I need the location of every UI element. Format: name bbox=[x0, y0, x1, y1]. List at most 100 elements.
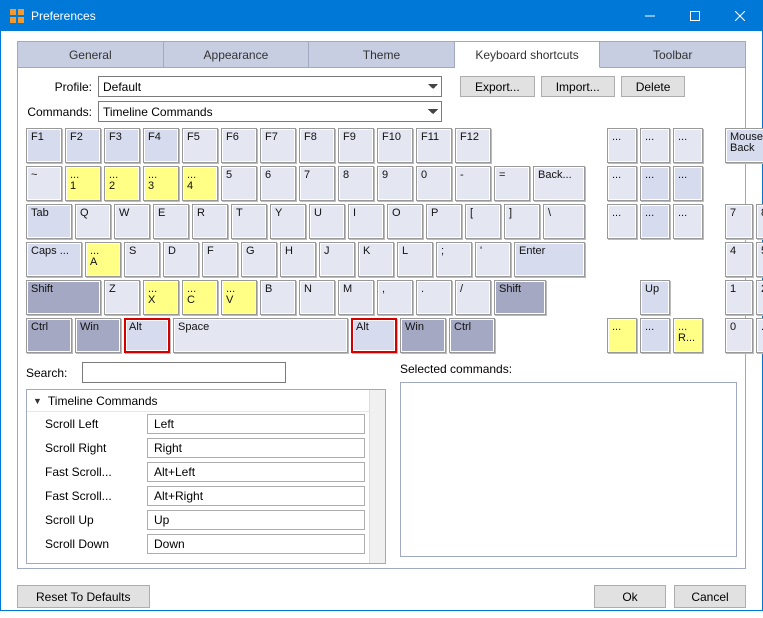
command-shortcut[interactable]: Left bbox=[147, 414, 365, 434]
key-[interactable]: - bbox=[455, 166, 491, 201]
key-[interactable]: ... bbox=[607, 318, 637, 353]
tab-appearance[interactable]: Appearance bbox=[164, 41, 310, 68]
command-shortcut[interactable]: Alt+Right bbox=[147, 486, 365, 506]
key-6[interactable]: 6 bbox=[260, 166, 296, 201]
key-f4[interactable]: F4 bbox=[143, 128, 179, 163]
key-x[interactable]: ... X bbox=[143, 280, 179, 315]
key-8[interactable]: 8 bbox=[338, 166, 374, 201]
commands-select[interactable]: Timeline Commands bbox=[98, 101, 442, 122]
command-row[interactable]: Scroll RightRight bbox=[27, 436, 385, 460]
command-shortcut[interactable]: Alt+Left bbox=[147, 462, 365, 482]
cancel-button[interactable]: Cancel bbox=[674, 585, 746, 608]
key-i[interactable]: I bbox=[348, 204, 384, 239]
ok-button[interactable]: Ok bbox=[594, 585, 666, 608]
delete-button[interactable]: Delete bbox=[621, 76, 686, 97]
key-9[interactable]: 9 bbox=[377, 166, 413, 201]
command-row[interactable]: Scroll DownDown bbox=[27, 532, 385, 556]
key-4[interactable]: ... 4 bbox=[182, 166, 218, 201]
command-shortcut[interactable]: Down bbox=[147, 534, 365, 554]
key-[interactable]: \ bbox=[543, 204, 585, 239]
key-ctrl[interactable]: Ctrl bbox=[26, 318, 72, 353]
command-row[interactable]: Scroll UpUp bbox=[27, 508, 385, 532]
key-[interactable]: [ bbox=[465, 204, 501, 239]
key-g[interactable]: G bbox=[241, 242, 277, 277]
export-button[interactable]: Export... bbox=[460, 76, 535, 97]
key-[interactable]: ; bbox=[436, 242, 472, 277]
key-k[interactable]: K bbox=[358, 242, 394, 277]
profile-select[interactable]: Default bbox=[98, 76, 442, 97]
key-s[interactable]: S bbox=[124, 242, 160, 277]
key-f5[interactable]: F5 bbox=[182, 128, 218, 163]
key-w[interactable]: W bbox=[114, 204, 150, 239]
key-[interactable]: ~ bbox=[26, 166, 62, 201]
key-enter[interactable]: Enter bbox=[514, 242, 585, 277]
key-[interactable]: ... bbox=[673, 166, 703, 201]
command-shortcut[interactable]: Right bbox=[147, 438, 365, 458]
key-[interactable]: / bbox=[455, 280, 491, 315]
import-button[interactable]: Import... bbox=[541, 76, 615, 97]
key-back[interactable]: Back... bbox=[533, 166, 585, 201]
key-2[interactable]: ... 2 bbox=[104, 166, 140, 201]
key-5[interactable]: 5 bbox=[221, 166, 257, 201]
key-[interactable]: ... bbox=[640, 166, 670, 201]
key-f9[interactable]: F9 bbox=[338, 128, 374, 163]
key-ctrl[interactable]: Ctrl bbox=[449, 318, 495, 353]
key-f6[interactable]: F6 bbox=[221, 128, 257, 163]
key-[interactable]: ... bbox=[673, 204, 703, 239]
command-row[interactable]: Fast Scroll...Alt+Right bbox=[27, 484, 385, 508]
key-[interactable]: ... bbox=[756, 318, 763, 353]
command-shortcut[interactable]: Up bbox=[147, 510, 365, 530]
key-f10[interactable]: F10 bbox=[377, 128, 413, 163]
tab-theme[interactable]: Theme bbox=[309, 41, 455, 68]
key-0[interactable]: 0 bbox=[416, 166, 452, 201]
key-1[interactable]: 1 bbox=[725, 280, 753, 315]
key-q[interactable]: Q bbox=[75, 204, 111, 239]
key-p[interactable]: P bbox=[426, 204, 462, 239]
key-d[interactable]: D bbox=[163, 242, 199, 277]
key-r[interactable]: ... R... bbox=[673, 318, 703, 353]
key-7[interactable]: 7 bbox=[299, 166, 335, 201]
key-h[interactable]: H bbox=[280, 242, 316, 277]
key-[interactable]: = bbox=[494, 166, 530, 201]
key-f3[interactable]: F3 bbox=[104, 128, 140, 163]
key-7[interactable]: 7 bbox=[725, 204, 753, 239]
key-shift[interactable]: Shift bbox=[26, 280, 101, 315]
command-row[interactable]: Scroll LeftLeft bbox=[27, 412, 385, 436]
key-0[interactable]: 0 bbox=[725, 318, 753, 353]
key-caps[interactable]: Caps ... bbox=[26, 242, 82, 277]
key-t[interactable]: T bbox=[231, 204, 267, 239]
key-f2[interactable]: F2 bbox=[65, 128, 101, 163]
key-o[interactable]: O bbox=[387, 204, 423, 239]
key-alt[interactable]: Alt bbox=[351, 318, 397, 353]
minimize-button[interactable] bbox=[627, 1, 672, 31]
commands-list[interactable]: ▼ Timeline Commands Scroll LeftLeftScrol… bbox=[26, 389, 386, 564]
tab-keyboard-shortcuts[interactable]: Keyboard shortcuts bbox=[455, 41, 601, 68]
key-win[interactable]: Win bbox=[75, 318, 121, 353]
key-f[interactable]: F bbox=[202, 242, 238, 277]
reset-defaults-button[interactable]: Reset To Defaults bbox=[17, 585, 150, 608]
key-mouseback[interactable]: Mouse Back bbox=[725, 128, 763, 163]
key-[interactable]: ... bbox=[607, 128, 637, 163]
key-f1[interactable]: F1 bbox=[26, 128, 62, 163]
key-8[interactable]: 8 bbox=[756, 204, 763, 239]
key-[interactable]: ' bbox=[475, 242, 511, 277]
key-[interactable]: ] bbox=[504, 204, 540, 239]
maximize-button[interactable] bbox=[672, 1, 717, 31]
key-j[interactable]: J bbox=[319, 242, 355, 277]
key-e[interactable]: E bbox=[153, 204, 189, 239]
key-u[interactable]: U bbox=[309, 204, 345, 239]
key-r[interactable]: R bbox=[192, 204, 228, 239]
key-[interactable]: ... bbox=[640, 128, 670, 163]
search-input[interactable] bbox=[82, 362, 286, 383]
key-m[interactable]: M bbox=[338, 280, 374, 315]
key-f8[interactable]: F8 bbox=[299, 128, 335, 163]
key-n[interactable]: N bbox=[299, 280, 335, 315]
key-f11[interactable]: F11 bbox=[416, 128, 452, 163]
tab-toolbar[interactable]: Toolbar bbox=[600, 41, 746, 68]
key-alt[interactable]: Alt bbox=[124, 318, 170, 353]
scrollbar[interactable] bbox=[369, 390, 385, 563]
key-[interactable]: , bbox=[377, 280, 413, 315]
key-[interactable]: ... bbox=[640, 318, 670, 353]
key-3[interactable]: ... 3 bbox=[143, 166, 179, 201]
key-[interactable]: ... bbox=[673, 128, 703, 163]
